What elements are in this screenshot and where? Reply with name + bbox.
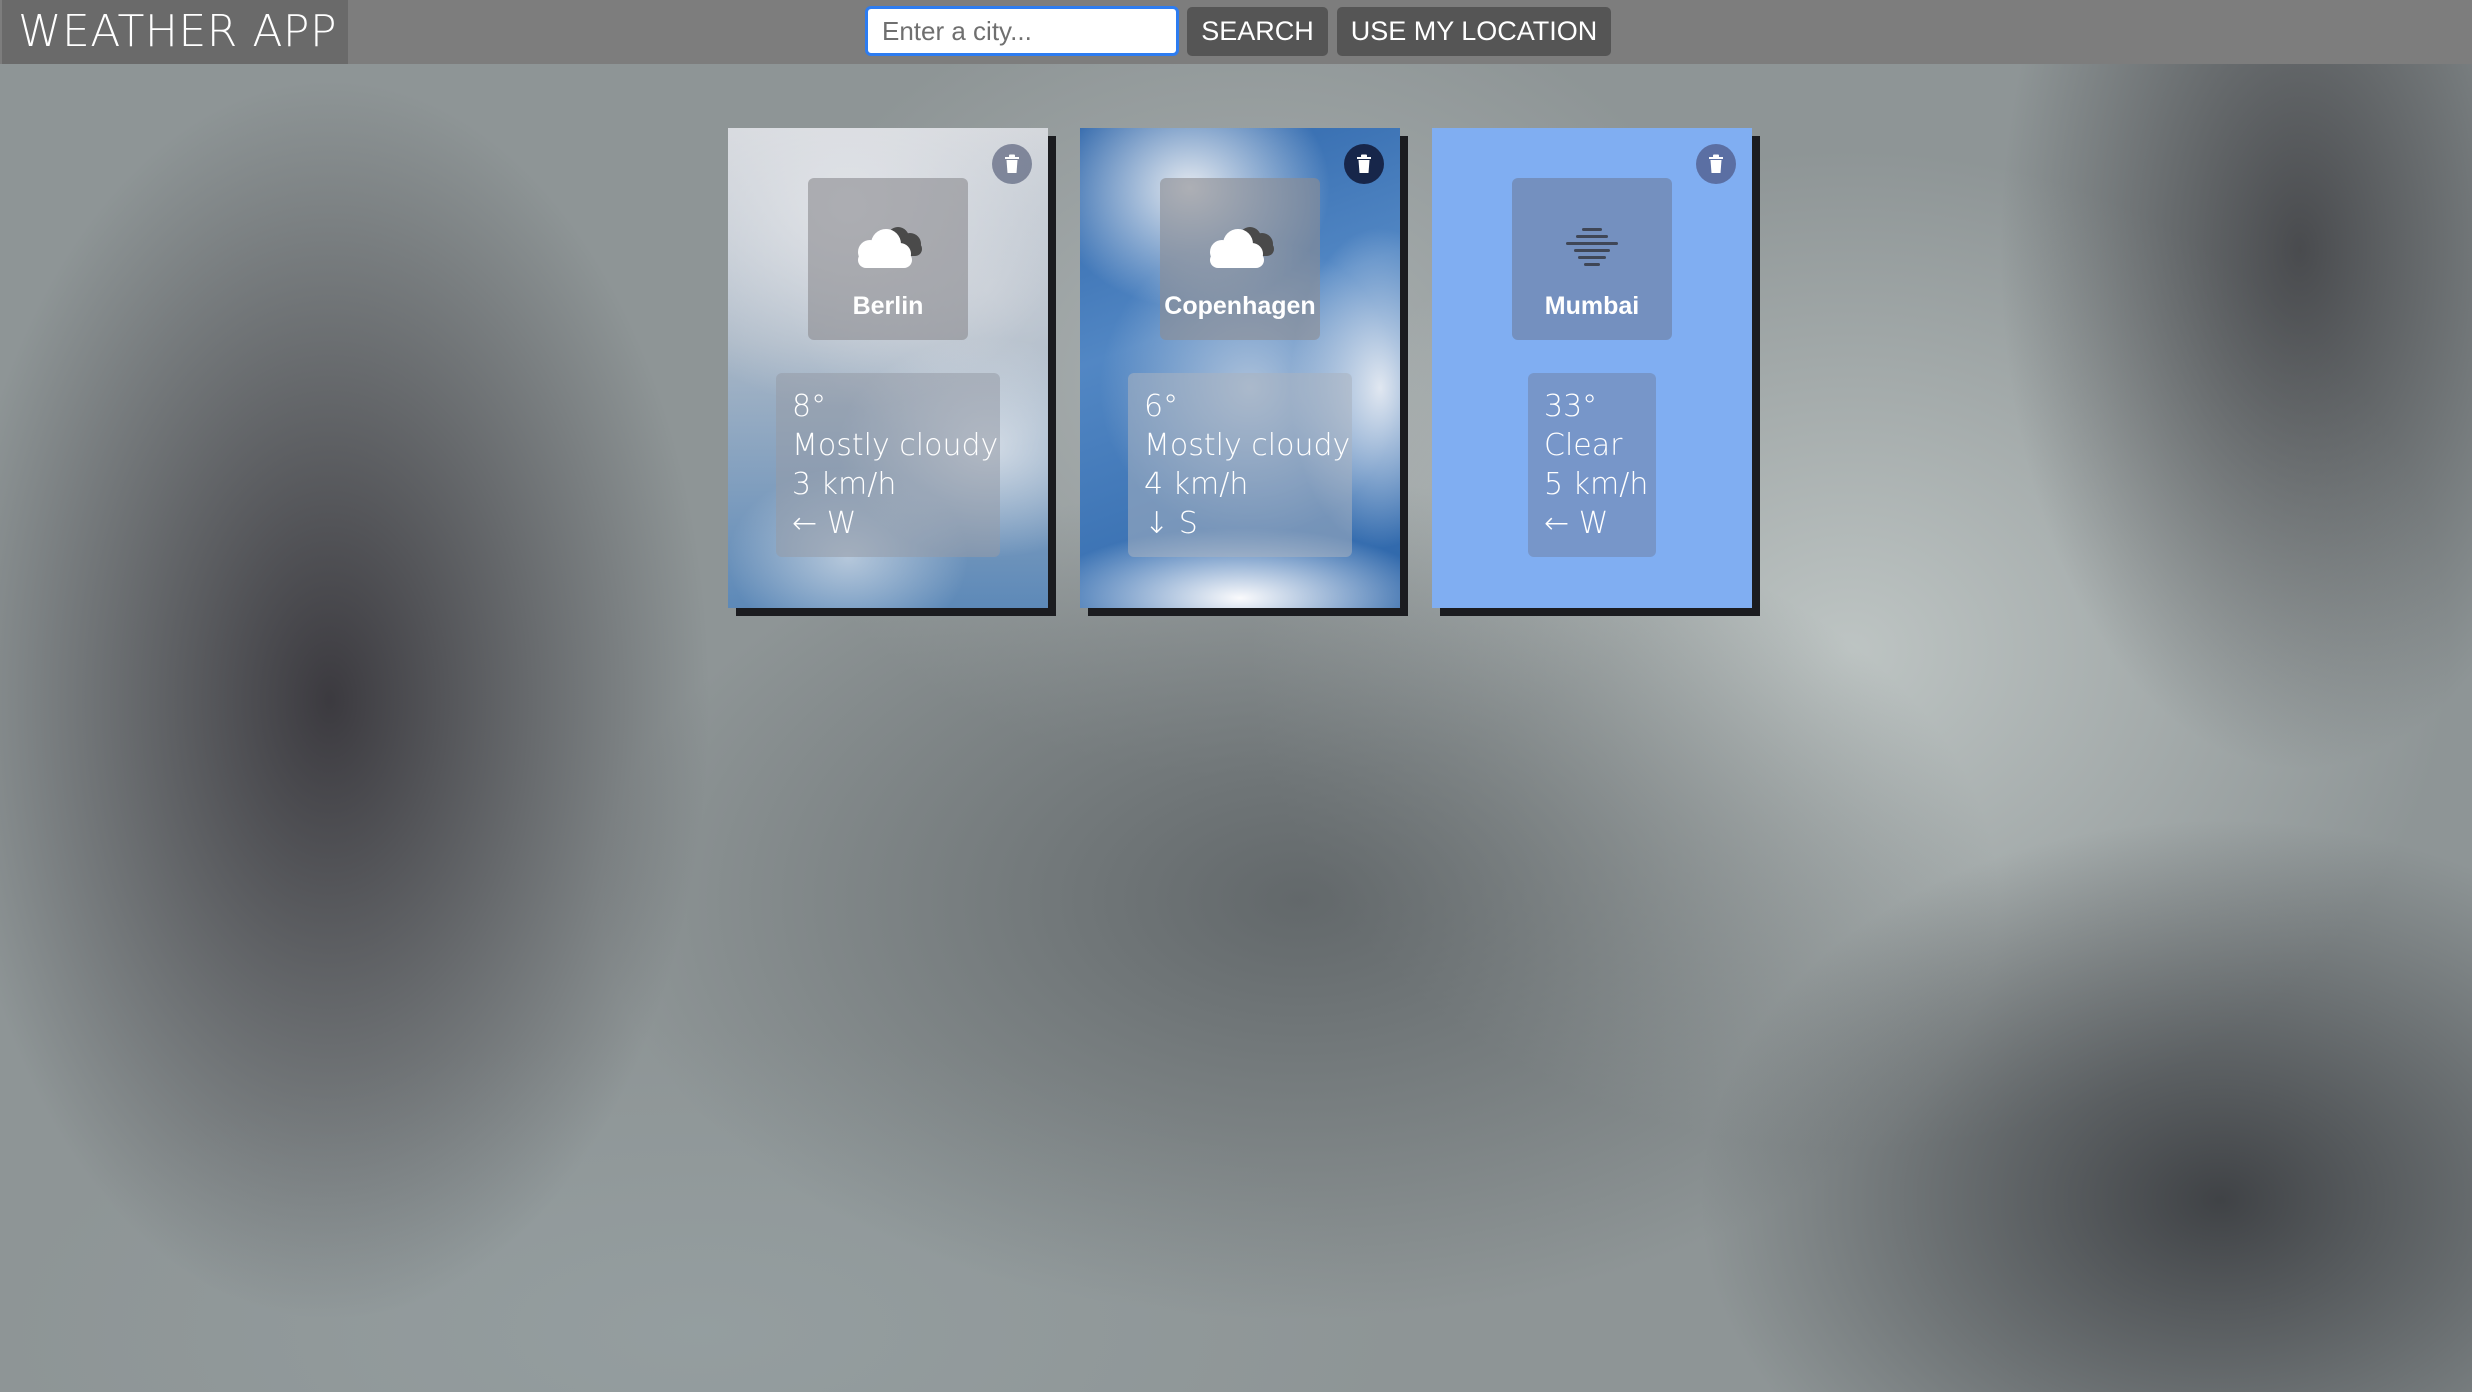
temperature: 8° [792, 389, 827, 424]
top-bar: WEATHER APP SEARCH USE MY LOCATION [0, 0, 2472, 64]
wind-speed: 3 km/h [792, 467, 897, 502]
wind-arrow-icon: ← [792, 506, 818, 541]
wind-arrow-icon: ↓ [1144, 506, 1170, 541]
temperature: 6° [1144, 389, 1179, 424]
haze-icon [1566, 228, 1618, 266]
delete-card-button[interactable] [992, 144, 1032, 184]
wind-direction: W [1578, 506, 1609, 541]
wind-direction: S [1178, 506, 1198, 541]
delete-card-button[interactable] [1696, 144, 1736, 184]
city-search-input[interactable] [865, 6, 1179, 56]
use-my-location-button[interactable]: USE MY LOCATION [1337, 7, 1611, 56]
weather-card-copenhagen: Copenhagen 6° Mostly cloudy 4 km/h ↓ S [1080, 128, 1400, 608]
wind-arrow-icon: ← [1544, 506, 1570, 541]
city-icon-tile: Copenhagen [1160, 178, 1320, 340]
trash-icon [1709, 154, 1723, 173]
weather-card-mumbai: Mumbai 33° Clear 5 km/h ← W [1432, 128, 1752, 608]
weather-details: 8° Mostly cloudy 3 km/h ← W [776, 373, 1000, 557]
delete-card-button[interactable] [1344, 144, 1384, 184]
city-name: Mumbai [1544, 292, 1640, 320]
condition: Mostly cloudy [1144, 428, 1351, 463]
app-title: WEATHER APP [2, 0, 348, 64]
weather-details: 6° Mostly cloudy 4 km/h ↓ S [1128, 373, 1352, 557]
condition: Clear [1544, 428, 1623, 463]
weather-card-berlin: Berlin 8° Mostly cloudy 3 km/h ← W [728, 128, 1048, 608]
wind-direction-row: ↓ S [1144, 504, 1336, 543]
trash-icon [1357, 154, 1371, 173]
wind-direction: W [826, 506, 857, 541]
search-button[interactable]: SEARCH [1187, 7, 1328, 56]
city-icon-tile: Berlin [808, 178, 968, 340]
cloudy-icon [1210, 227, 1274, 268]
city-name: Copenhagen [1164, 292, 1316, 320]
wind-direction-row: ← W [792, 504, 984, 543]
temperature: 33° [1544, 389, 1598, 424]
city-name: Berlin [852, 292, 924, 320]
city-icon-tile: Mumbai [1512, 178, 1672, 340]
wind-speed: 4 km/h [1144, 467, 1249, 502]
condition: Mostly cloudy [792, 428, 999, 463]
cloudy-icon [858, 227, 922, 268]
wind-direction-row: ← W [1544, 504, 1640, 543]
trash-icon [1005, 154, 1019, 173]
weather-details: 33° Clear 5 km/h ← W [1528, 373, 1656, 557]
wind-speed: 5 km/h [1544, 467, 1649, 502]
